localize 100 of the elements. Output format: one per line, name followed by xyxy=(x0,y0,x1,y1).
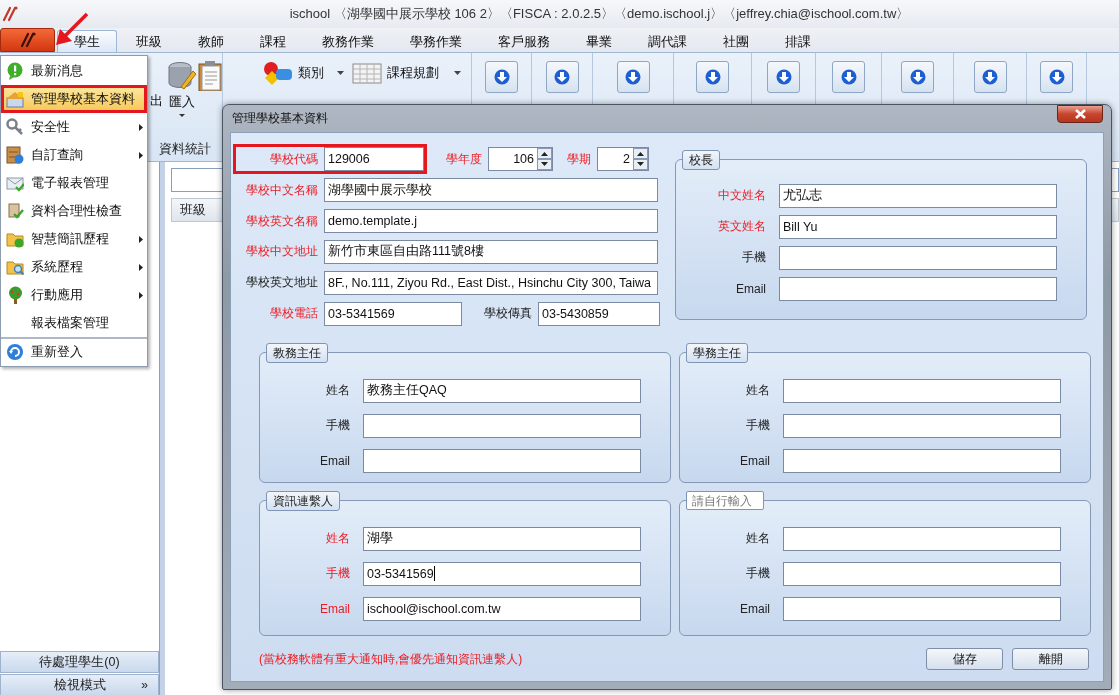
database-icon xyxy=(166,61,197,91)
arrow-down-icon xyxy=(1048,69,1065,85)
key-icon xyxy=(6,118,24,136)
dialog-title: 管理學校基本資料 xyxy=(231,110,328,127)
mail-icon xyxy=(6,174,24,192)
ribbon-tab[interactable]: 排課 xyxy=(768,30,828,52)
text-field[interactable] xyxy=(779,276,1057,301)
menu-item[interactable]: 安全性 xyxy=(1,113,147,141)
calendar-grid-icon xyxy=(352,61,382,85)
text-field[interactable]: 尤弘志 xyxy=(779,183,1057,208)
ribbon-dropdown[interactable]: 課程規劃 xyxy=(352,60,461,86)
arrow-down-icon xyxy=(493,69,510,85)
download-button[interactable] xyxy=(545,61,579,93)
text-field[interactable]: 03-5341569 xyxy=(363,561,641,586)
panel-button[interactable]: 待處理學生(0) xyxy=(0,651,159,673)
spin-field[interactable]: 2 xyxy=(597,147,649,172)
text-field[interactable]: ischool@ischool.com.tw xyxy=(363,596,641,621)
text-field[interactable]: 8F., No.111, Ziyou Rd., East Dist., Hsinchu City 300, Taiwa xyxy=(324,270,658,295)
menu-item[interactable]: 智慧簡訊歷程 xyxy=(1,225,147,253)
text-field[interactable] xyxy=(363,413,641,438)
text-field[interactable] xyxy=(779,245,1057,270)
text-field[interactable]: 129006 xyxy=(324,147,424,172)
menu-item[interactable]: 系統歷程 xyxy=(1,253,147,281)
building-icon xyxy=(6,90,24,108)
download-button[interactable] xyxy=(1040,61,1073,93)
menu-item[interactable]: 電子報表管理 xyxy=(1,169,147,197)
menu-item[interactable]: 資料合理性檢查 xyxy=(1,197,147,225)
field-label: 姓名 xyxy=(325,382,351,399)
text-field[interactable] xyxy=(783,413,1061,438)
field-label: 中文姓名 xyxy=(717,187,767,204)
spin-field[interactable]: 106 xyxy=(488,147,553,172)
text-field[interactable] xyxy=(783,596,1061,621)
text-field[interactable] xyxy=(783,448,1061,473)
window-title: ischool 〈湖學國中展示學校 106 2〉〈FISCA : 2.0.2.5〉〈demo.ischool.j〉〈jeffrey.chia@ischool.com.tw〉 xyxy=(288,5,911,23)
spin-arrows-icon xyxy=(537,148,552,171)
ribbon-dropdown[interactable]: 類別 xyxy=(263,60,344,86)
clipboard-icon xyxy=(198,61,222,91)
field-label: 手機 xyxy=(745,565,771,582)
download-button[interactable] xyxy=(901,61,934,93)
title-field[interactable]: 請自行輸入 xyxy=(686,491,764,510)
caret-icon xyxy=(454,71,461,75)
text-field[interactable]: 湖學 xyxy=(363,526,641,551)
text-field[interactable] xyxy=(783,561,1061,586)
field-label: 學校中文名稱 xyxy=(245,181,319,199)
ribbon-tab[interactable]: 學務作業 xyxy=(393,30,479,52)
ribbon-tab[interactable]: 教師 xyxy=(181,30,241,52)
download-button[interactable] xyxy=(616,61,650,93)
field-label: 手機 xyxy=(325,417,351,434)
text-field[interactable] xyxy=(783,378,1061,403)
arrow-down-icon xyxy=(704,69,721,85)
text-field[interactable]: 03-5341569 xyxy=(324,301,462,326)
download-button[interactable] xyxy=(832,61,865,93)
ribbon-tab[interactable]: 畢業 xyxy=(569,30,629,52)
menu-item[interactable]: 自訂查詢 xyxy=(1,141,147,169)
ribbon-tab[interactable]: 調代課 xyxy=(631,30,704,52)
ribbon-tab[interactable]: 班級 xyxy=(119,30,179,52)
field-label: 學期 xyxy=(566,150,592,168)
close-button[interactable] xyxy=(1057,104,1103,123)
arrow-down-icon xyxy=(775,69,792,85)
field-label: 學校中文地址 xyxy=(245,243,319,261)
download-button[interactable] xyxy=(973,61,1007,93)
app-menu-button[interactable] xyxy=(0,28,55,52)
field-label: Email xyxy=(735,281,767,296)
text-field[interactable] xyxy=(363,448,641,473)
caret-icon xyxy=(337,71,344,75)
menu-item[interactable]: 報表檔案管理 xyxy=(1,309,147,337)
check-icon xyxy=(6,202,24,220)
caret-icon xyxy=(178,114,185,117)
app-logo-icon xyxy=(0,4,20,24)
text-field[interactable]: 03-5430859 xyxy=(538,301,660,326)
download-button[interactable] xyxy=(696,61,729,93)
menu-item[interactable]: 行動應用 xyxy=(1,281,147,309)
field-label: 學校電話 xyxy=(269,305,319,323)
text-field[interactable]: demo.template.j xyxy=(324,209,658,234)
panel-button[interactable]: 檢視模式 » xyxy=(0,674,159,695)
close-icon xyxy=(1074,108,1086,119)
field-label: 手機 xyxy=(325,565,351,582)
group-title: 資訊連繫人 xyxy=(266,491,340,511)
refresh-icon xyxy=(6,343,24,361)
menu-item[interactable]: 管理學校基本資料 xyxy=(1,85,147,113)
ribbon-button[interactable]: 匯入 xyxy=(165,61,198,117)
menu-item[interactable]: 重新登入 xyxy=(1,337,147,365)
ribbon-tab[interactable]: 教務作業 xyxy=(305,30,391,52)
field-label: 學年度 xyxy=(445,150,483,168)
text-field[interactable]: 湖學國中展示學校 xyxy=(324,178,658,203)
ribbon-tab[interactable]: 社團 xyxy=(706,30,766,52)
dialog-button[interactable]: 離開 xyxy=(1012,648,1089,670)
menu-item[interactable]: 最新消息 xyxy=(1,57,147,85)
download-button[interactable] xyxy=(767,61,800,93)
field-label: 手機 xyxy=(741,249,767,266)
download-button[interactable] xyxy=(485,61,518,93)
text-field[interactable]: Bill Yu xyxy=(779,214,1057,239)
text-field[interactable]: 新竹市東區自由路111號8樓 xyxy=(324,239,658,264)
ribbon-button[interactable]: 出 xyxy=(148,61,166,110)
ribbon-tab[interactable]: 客戶服務 xyxy=(481,30,567,52)
ribbon-tab[interactable]: 課程 xyxy=(243,30,303,52)
notice-text: (當校務軟體有重大通知時,會優先通知資訊連繫人) xyxy=(259,650,524,668)
text-field[interactable]: 教務主任QAQ xyxy=(363,378,641,403)
dialog-button[interactable]: 儲存 xyxy=(926,648,1003,670)
text-field[interactable] xyxy=(783,526,1061,551)
